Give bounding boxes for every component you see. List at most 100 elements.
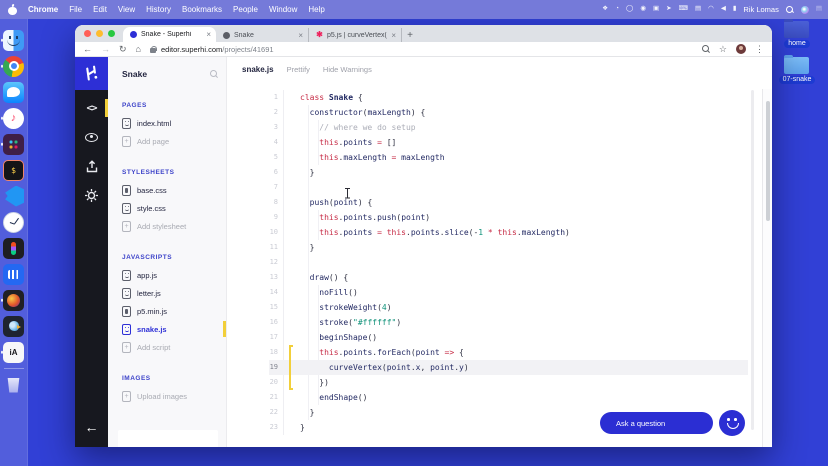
superhi-logo[interactable]	[75, 57, 108, 90]
battery-icon[interactable]: ▮	[733, 6, 737, 13]
sidebar-item-base-css[interactable]: base.css	[122, 181, 218, 199]
code-line-7[interactable]: 7	[227, 180, 762, 195]
back-icon[interactable]: ←	[83, 44, 92, 54]
dock-chrome[interactable]	[0, 53, 28, 79]
dock-finder[interactable]	[0, 27, 28, 53]
code-line-4[interactable]: 4 this.points = []	[227, 135, 762, 150]
url-field[interactable]: editor.superhi.com/projects/41691	[149, 45, 693, 54]
vpn-shield-icon[interactable]: ❖	[602, 6, 608, 13]
hide-warnings-button[interactable]: Hide Warnings	[323, 65, 372, 74]
profile-avatar[interactable]	[736, 44, 746, 54]
notification-center-icon[interactable]: ▤	[816, 6, 822, 13]
code-line-8[interactable]: 8 push(point) {	[227, 195, 762, 210]
dock-trash[interactable]	[0, 372, 28, 398]
dock-music[interactable]	[0, 105, 28, 131]
menubar-username[interactable]: Rik Lomas	[743, 5, 778, 14]
wifi-icon[interactable]: ◠	[708, 6, 714, 13]
home-icon[interactable]: ⌂	[136, 44, 141, 54]
browser-tab-snake-superhi[interactable]: Snake - Superhi ×	[123, 27, 216, 42]
code-scrollbar[interactable]	[751, 90, 754, 430]
sidebar-item-index-html[interactable]: index.html	[122, 114, 218, 132]
code-area[interactable]: 1 class Snake {2 constructor(maxLength) {…	[227, 90, 762, 435]
dock-intercom[interactable]	[0, 261, 28, 287]
spotlight-search-icon[interactable]	[785, 5, 794, 14]
ask-question-button[interactable]: Ask a question	[600, 412, 713, 434]
code-line-1[interactable]: 1 class Snake {	[227, 90, 762, 105]
close-icon[interactable]: ×	[391, 31, 396, 40]
preview-eye-icon[interactable]	[81, 126, 103, 148]
back-arrow-button[interactable]: ←	[75, 419, 108, 435]
file-dropzone[interactable]: Drag and drop files or click to upload	[118, 430, 218, 447]
siri-icon[interactable]	[800, 5, 809, 14]
dock-ia-writer[interactable]	[0, 339, 28, 365]
menu-bookmarks[interactable]: Bookmarks	[182, 5, 222, 14]
code-line-3[interactable]: 3 // where we do setup	[227, 120, 762, 135]
dock-media[interactable]	[0, 287, 28, 313]
menu-people[interactable]: People	[233, 5, 258, 14]
menu-help[interactable]: Help	[308, 5, 324, 14]
code-line-6[interactable]: 6 }	[227, 165, 762, 180]
screenshare-icon[interactable]: ▣	[653, 6, 659, 13]
publish-upload-icon[interactable]	[81, 155, 103, 177]
code-line-20[interactable]: 20 })	[227, 375, 762, 390]
code-line-10[interactable]: 10 this.points = this.points.slice(-1 * …	[227, 225, 762, 240]
project-search-icon[interactable]	[210, 70, 218, 78]
apple-menu-icon[interactable]	[8, 4, 17, 15]
code-line-12[interactable]: 12	[227, 255, 762, 270]
settings-gear-icon[interactable]	[81, 184, 103, 206]
cursor-icon[interactable]: ➤	[666, 6, 671, 13]
code-line-15[interactable]: 15 strokeWeight(4)	[227, 300, 762, 315]
record-icon[interactable]: ◉	[640, 6, 646, 13]
zoom-icon[interactable]	[701, 45, 710, 53]
prettify-button[interactable]: Prettify	[287, 65, 310, 74]
dock-messages[interactable]	[0, 79, 28, 105]
dock-terminal[interactable]	[0, 157, 28, 183]
sidebar-item-style-css[interactable]: style.css	[122, 199, 218, 217]
dock-clock[interactable]	[0, 209, 28, 235]
reload-icon[interactable]: ↻	[119, 44, 127, 54]
forward-icon[interactable]: →	[101, 44, 110, 54]
browser-tab-p5-js-curvevertex[interactable]: ✱ p5.js | curveVertex() ×	[309, 28, 402, 42]
menu-file[interactable]: File	[69, 5, 82, 14]
dock-bird[interactable]	[0, 313, 28, 339]
keyboard-icon[interactable]: ⌨	[679, 6, 688, 13]
code-line-17[interactable]: 17 beginShape()	[227, 330, 762, 345]
bookmark-star-icon[interactable]: ☆	[719, 44, 727, 54]
menu-chrome[interactable]: Chrome	[28, 5, 58, 14]
code-line-2[interactable]: 2 constructor(maxLength) {	[227, 105, 762, 120]
code-line-11[interactable]: 11 }	[227, 240, 762, 255]
code-line-19[interactable]: 19 curveVertex(point.x, point.y)	[227, 360, 762, 375]
maximize-window-button[interactable]	[108, 30, 115, 37]
code-line-18[interactable]: 18 this.points.forEach(point => {	[227, 345, 762, 360]
smiley-help-button[interactable]	[719, 410, 745, 436]
code-line-9[interactable]: 9 this.points.push(point)	[227, 210, 762, 225]
code-line-13[interactable]: 13 draw() {	[227, 270, 762, 285]
circle-icon[interactable]: ◯	[626, 6, 633, 13]
sidebar-item-add-stylesheet[interactable]: Add stylesheet	[122, 217, 218, 235]
volume-icon[interactable]: ◀	[721, 6, 726, 13]
browser-tab-snake[interactable]: Snake ×	[216, 28, 309, 42]
scrollbar-thumb[interactable]	[765, 101, 770, 221]
dock-slack[interactable]	[0, 131, 28, 157]
menu-edit[interactable]: Edit	[93, 5, 107, 14]
timer-icon[interactable]: ◔	[615, 6, 619, 13]
close-icon[interactable]: ×	[298, 31, 303, 40]
dock-vscode[interactable]	[0, 183, 28, 209]
sidebar-item-upload-images[interactable]: Upload images	[122, 387, 218, 405]
code-line-14[interactable]: 14 noFill()	[227, 285, 762, 300]
code-line-5[interactable]: 5 this.maxLength = maxLength	[227, 150, 762, 165]
minimize-window-button[interactable]	[96, 30, 103, 37]
menu-history[interactable]: History	[146, 5, 171, 14]
code-view-icon[interactable]: <>	[81, 97, 108, 119]
desktop-folder-07-snake[interactable]: 07-snake	[778, 54, 816, 84]
sidebar-item-add-script[interactable]: Add script	[122, 338, 218, 356]
sidebar-item-snake-js[interactable]: snake.js	[122, 320, 226, 338]
display-icon[interactable]: ▤	[695, 6, 701, 13]
code-line-21[interactable]: 21 endShape()	[227, 390, 762, 405]
code-line-16[interactable]: 16 stroke("#ffffff")	[227, 315, 762, 330]
dock-figma[interactable]	[0, 235, 28, 261]
sidebar-item-p5-min-js[interactable]: p5.min.js	[122, 302, 218, 320]
sidebar-item-add-page[interactable]: Add page	[122, 132, 218, 150]
new-tab-button[interactable]: +	[402, 28, 418, 42]
sidebar-item-app-js[interactable]: app.js	[122, 266, 218, 284]
